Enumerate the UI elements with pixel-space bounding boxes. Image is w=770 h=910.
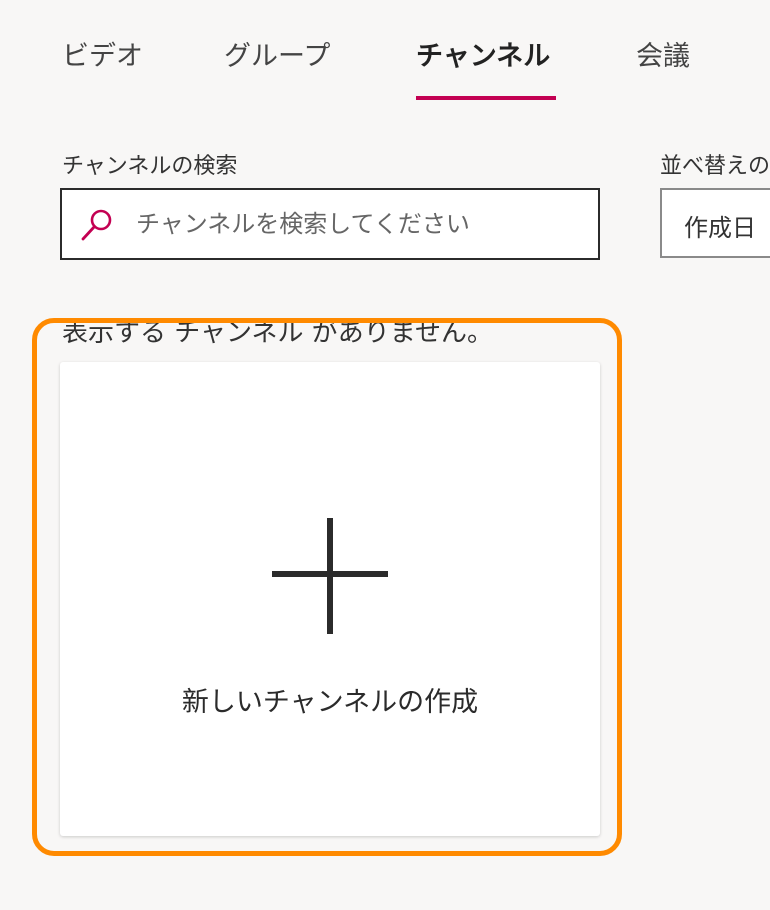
tab-video[interactable]: ビデオ	[62, 34, 143, 100]
highlight-frame	[32, 318, 622, 856]
search-icon	[81, 209, 112, 241]
active-tab-indicator	[416, 96, 556, 100]
tab-channel[interactable]: チャンネル	[416, 34, 556, 100]
tab-meeting-label: 会議	[636, 41, 690, 72]
tab-video-label: ビデオ	[62, 41, 143, 72]
search-label: チャンネルの検索	[62, 154, 238, 179]
tab-group-label: グループ	[224, 41, 331, 72]
tab-group[interactable]: グループ	[224, 34, 330, 100]
tab-bar: ビデオ グループ チャンネル 会議	[0, 0, 770, 100]
sort-label: 並べ替えの	[660, 154, 770, 179]
sort-selected-value: 作成日	[684, 214, 756, 242]
search-box[interactable]	[60, 188, 600, 260]
tab-meeting[interactable]: 会議	[636, 34, 690, 100]
sort-select[interactable]: 作成日	[660, 188, 770, 258]
tab-channel-label: チャンネル	[416, 41, 551, 72]
search-input[interactable]	[136, 190, 592, 258]
